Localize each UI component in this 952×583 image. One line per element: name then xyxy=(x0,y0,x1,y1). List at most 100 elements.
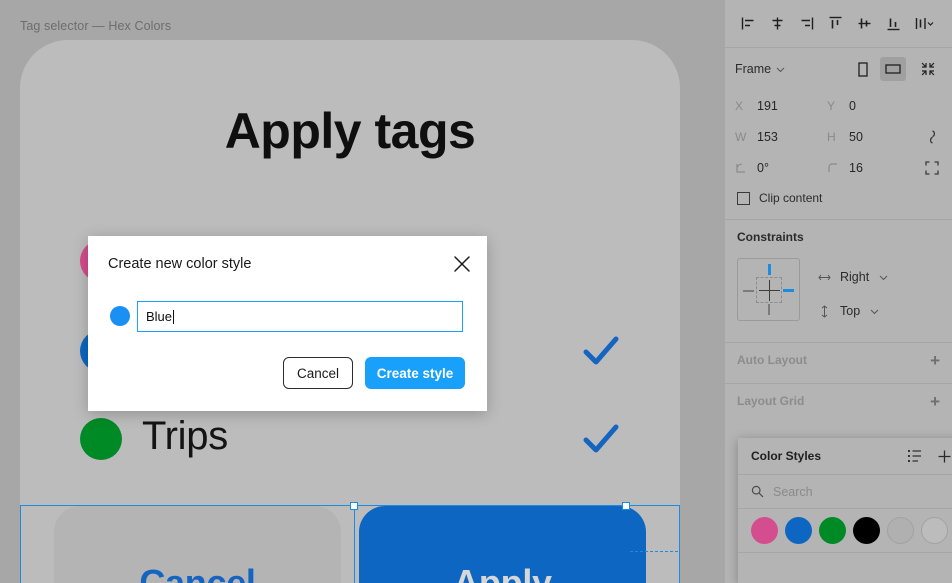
height-field[interactable]: H 50 xyxy=(827,130,919,144)
constraints-body: Right Top xyxy=(725,254,952,336)
corner-radius-value: 16 xyxy=(849,160,863,175)
y-field[interactable]: Y 0 xyxy=(827,99,919,113)
create-style-button[interactable]: Create style xyxy=(365,357,465,389)
pink-swatch[interactable] xyxy=(751,517,778,544)
vertical-arrows-icon xyxy=(821,304,828,318)
close-icon[interactable] xyxy=(451,253,473,275)
selection-handle-top-right[interactable] xyxy=(622,502,630,510)
y-value: 0 xyxy=(849,98,856,113)
add-layout-grid-button[interactable]: + xyxy=(930,393,940,410)
resize-to-fit-icon[interactable] xyxy=(914,57,942,81)
create-color-style-modal: Create new color style Blue Cancel Creat… xyxy=(88,236,487,411)
portrait-orientation-button[interactable] xyxy=(850,57,876,81)
align-top-icon[interactable] xyxy=(822,11,848,37)
selection-edge xyxy=(354,506,355,583)
layout-grid-section: Layout Grid + xyxy=(725,384,952,418)
modal-button-group: Cancel Create style xyxy=(283,357,465,389)
chevron-down-icon xyxy=(776,67,785,72)
text-caret xyxy=(173,309,175,324)
x-field[interactable]: X 191 xyxy=(735,99,827,113)
landscape-orientation-button[interactable] xyxy=(880,57,906,81)
alignment-toolbar xyxy=(725,0,952,48)
frame-action-bar: Cancel Apply xyxy=(54,506,646,583)
orientation-toggle-group xyxy=(850,57,942,81)
color-styles-swatch-list xyxy=(738,509,952,553)
clip-content-checkbox[interactable] xyxy=(737,191,750,205)
vertical-constraint-dropdown[interactable]: Top xyxy=(818,298,889,324)
check-icon xyxy=(583,424,619,453)
align-vertical-centers-icon[interactable] xyxy=(851,11,877,37)
size-row: W 153 H 50 xyxy=(725,121,952,152)
corner-radius-icon xyxy=(827,162,841,174)
white-swatch[interactable] xyxy=(921,517,948,544)
green-swatch[interactable] xyxy=(819,517,846,544)
position-row: X 191 Y 0 xyxy=(725,90,952,121)
horizontal-constraint-dropdown[interactable]: Right xyxy=(818,264,889,290)
tag-row[interactable]: Trips xyxy=(80,414,640,464)
frame-heading: Apply tags xyxy=(224,103,476,159)
constraints-title-label: Constraints xyxy=(737,230,804,244)
add-auto-layout-button[interactable]: + xyxy=(930,352,940,369)
color-styles-header-actions xyxy=(907,449,952,464)
distribute-icon[interactable] xyxy=(909,11,939,37)
constraints-section-title: Constraints xyxy=(725,220,952,254)
selection-handle-top-left[interactable] xyxy=(350,502,358,510)
frame-cancel-button[interactable]: Cancel xyxy=(54,506,341,583)
corner-radius-field[interactable]: 16 xyxy=(827,161,919,175)
canvas-area[interactable]: Tag selector — Hex Colors Apply tags Wor… xyxy=(0,0,725,583)
auto-layout-section: Auto Layout + xyxy=(725,343,952,377)
tag-label: Trips xyxy=(142,414,228,458)
properties-panel: Frame X 191 Y 0 W 153 H 50 0° 16 Clip co… xyxy=(725,0,952,583)
align-bottom-icon[interactable] xyxy=(880,11,906,37)
horizontal-constraint-value: Right xyxy=(840,270,870,284)
color-styles-popover: Color Styles Search xyxy=(738,438,952,583)
gray-swatch[interactable] xyxy=(887,517,914,544)
width-label: W xyxy=(735,129,747,144)
x-label: X xyxy=(735,98,744,113)
tag-color-dot xyxy=(80,418,122,460)
align-left-icon[interactable] xyxy=(735,11,761,37)
constraint-right-bar[interactable] xyxy=(783,289,794,292)
frame-type-dropdown[interactable]: Frame xyxy=(735,62,786,76)
frame-type-label: Frame xyxy=(735,62,772,76)
constraints-widget[interactable] xyxy=(737,258,800,321)
style-color-swatch[interactable] xyxy=(110,306,130,326)
measurement-line xyxy=(630,551,678,552)
list-view-icon[interactable] xyxy=(907,449,923,463)
rotation-corner-row: 0° 16 xyxy=(725,152,952,183)
frame-apply-button[interactable]: Apply xyxy=(359,506,646,583)
x-value: 191 xyxy=(757,98,778,113)
layout-grid-title-label: Layout Grid xyxy=(737,394,805,408)
black-swatch[interactable] xyxy=(853,517,880,544)
align-horizontal-centers-icon[interactable] xyxy=(764,11,790,37)
frame-name-label[interactable]: Tag selector — Hex Colors xyxy=(20,19,171,33)
clip-content-label: Clip content xyxy=(759,191,823,205)
independent-corners-icon[interactable] xyxy=(922,160,942,175)
constraint-top-bar[interactable] xyxy=(768,264,771,275)
width-field[interactable]: W 153 xyxy=(735,130,827,144)
chevron-down-icon xyxy=(870,309,879,314)
constraint-bottom-bar[interactable] xyxy=(768,304,770,315)
constraint-cross-horizontal xyxy=(759,289,780,291)
plus-icon[interactable] xyxy=(937,449,952,464)
frame-type-row: Frame xyxy=(725,48,952,90)
horizontal-arrows-icon xyxy=(818,274,831,280)
modal-title: Create new color style xyxy=(108,256,252,272)
rotation-icon xyxy=(735,162,749,174)
color-styles-search-placeholder: Search xyxy=(773,484,813,499)
rotation-field[interactable]: 0° xyxy=(735,161,827,175)
constraint-left-bar[interactable] xyxy=(743,289,754,292)
figma-editor-window: Tag selector — Hex Colors Apply tags Wor… xyxy=(0,0,952,583)
width-value: 153 xyxy=(757,129,778,144)
clip-content-row[interactable]: Clip content xyxy=(725,183,952,213)
blue-swatch[interactable] xyxy=(785,517,812,544)
color-styles-header: Color Styles xyxy=(738,438,952,475)
align-right-icon[interactable] xyxy=(793,11,819,37)
lock-aspect-ratio-icon[interactable] xyxy=(922,129,942,145)
color-styles-search[interactable]: Search xyxy=(738,475,952,509)
color-styles-title: Color Styles xyxy=(751,449,822,463)
vertical-constraint-value: Top xyxy=(840,304,861,318)
style-name-input[interactable]: Blue xyxy=(137,301,463,332)
cancel-button[interactable]: Cancel xyxy=(283,357,353,389)
search-icon xyxy=(751,485,764,498)
